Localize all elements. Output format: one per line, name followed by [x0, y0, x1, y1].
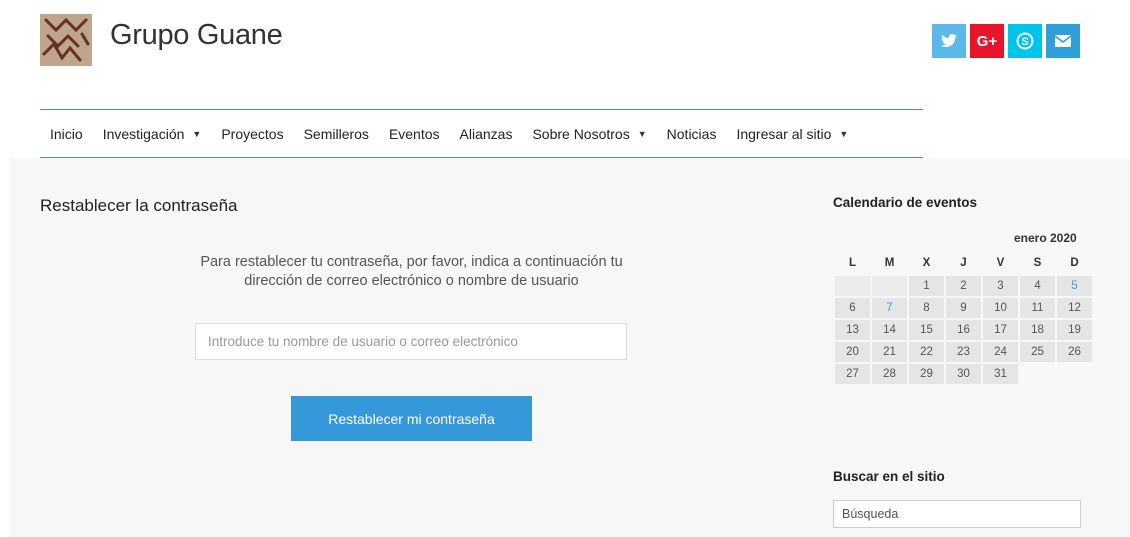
site-header: Grupo Guane G+ S Inicio Investigación ▼ P… [0, 0, 1130, 158]
nav-item-semilleros[interactable]: Semilleros [304, 126, 369, 142]
calendar-day: 2 [946, 276, 981, 296]
calendar-day: 21 [872, 342, 907, 362]
content-area: Restablecer la contraseña Para restablec… [10, 158, 1130, 537]
calendar-day: 11 [1020, 298, 1055, 318]
calendar-day: 16 [946, 320, 981, 340]
calendar-day: 20 [835, 342, 870, 362]
calendar-day: 1 [909, 276, 944, 296]
twitter-icon[interactable] [932, 24, 966, 58]
social-links: G+ S [932, 24, 1080, 58]
calendar-day: 29 [909, 364, 944, 384]
calendar-day: 13 [835, 320, 870, 340]
search-heading: Buscar en el sitio [833, 469, 945, 484]
calendar-heading: Calendario de eventos [833, 195, 978, 210]
nav-item-investigacion[interactable]: Investigación ▼ [103, 126, 202, 142]
calendar-weekday: V [996, 257, 1005, 269]
nav-label: Eventos [388, 125, 440, 142]
caret-down-icon: ▼ [637, 128, 647, 139]
nav-item-ingresar[interactable]: Ingresar al sitio ▼ [736, 126, 848, 142]
search-input[interactable] [833, 500, 1081, 528]
nav-label: Investigación [102, 125, 185, 142]
calendar-day: 27 [835, 364, 870, 384]
calendar-day: 24 [983, 342, 1018, 362]
reset-password-button[interactable]: Restablecer mi contraseña [291, 396, 532, 441]
nav-item-inicio[interactable]: Inicio [50, 126, 83, 142]
calendar-day: 30 [946, 364, 981, 384]
calendar-day-link[interactable]: 7 [872, 298, 907, 318]
svg-text:S: S [1021, 36, 1028, 48]
calendar-day: 12 [1057, 298, 1092, 318]
calendar-day: 31 [983, 364, 1018, 384]
nav-item-sobre-nosotros[interactable]: Sobre Nosotros ▼ [532, 126, 646, 142]
calendar-weekday: J [960, 257, 967, 269]
calendar-day: 18 [1020, 320, 1055, 340]
calendar-day: 22 [909, 342, 944, 362]
calendar-day: 26 [1057, 342, 1092, 362]
calendar-weekday: M [884, 257, 895, 269]
nav-label: Ingresar al sitio [736, 125, 832, 142]
page-title: Restablecer la contraseña [40, 196, 238, 215]
calendar-week: 13 14 15 16 17 18 19 [835, 320, 1092, 340]
calendar-empty-cell [835, 276, 870, 296]
skype-icon[interactable]: S [1008, 24, 1042, 58]
calendar-week: 12345 [835, 276, 1092, 296]
calendar-day: 6 [835, 298, 870, 318]
calendar-day: 15 [909, 320, 944, 340]
events-calendar: LMXJVSD 1 2 3 4 5 6 7 8 9 10 11 12 13 14 15 16 17 18 19 20 2… [833, 250, 1094, 386]
calendar-day: 14 [872, 320, 907, 340]
nav-label: Inicio [50, 125, 83, 142]
calendar-day: 19 [1057, 320, 1092, 340]
nav-item-alianzas[interactable]: Alianzas [460, 126, 513, 142]
nav-label: Alianzas [459, 125, 513, 142]
nav-label: Semilleros [303, 125, 369, 142]
caret-down-icon: ▼ [192, 128, 202, 139]
nav-label: Sobre Nosotros [532, 125, 630, 142]
calendar-day: 4 [1020, 276, 1055, 296]
calendar-empty-cell [1020, 364, 1055, 384]
calendar-empty-cell [1057, 364, 1092, 384]
caret-down-icon: ▼ [839, 128, 849, 139]
main-nav: Inicio Investigación ▼ Proyectos Semiller… [40, 109, 923, 158]
nav-item-noticias[interactable]: Noticias [667, 126, 717, 142]
site-logo[interactable] [40, 14, 92, 66]
site-title[interactable]: Grupo Guane [110, 19, 283, 52]
calendar-weekday: S [1033, 257, 1042, 269]
calendar-weekday: L [848, 257, 857, 269]
calendar-week: 27 28 29 30 31 [835, 364, 1092, 384]
calendar-day: 9 [946, 298, 981, 318]
username-email-input[interactable] [195, 323, 627, 360]
calendar-month: enero 2020 [1014, 231, 1077, 245]
google-plus-icon[interactable]: G+ [970, 24, 1004, 58]
google-plus-glyph: G+ [976, 32, 998, 50]
calendar-day: 25 [1020, 342, 1055, 362]
nav-label: Noticias [666, 125, 717, 142]
calendar-weekday: X [922, 257, 931, 269]
nav-item-proyectos[interactable]: Proyectos [221, 126, 283, 142]
email-icon[interactable] [1046, 24, 1080, 58]
reset-instructions: Para restablecer tu contraseña, por favo… [200, 254, 623, 289]
calendar-empty-cell [872, 276, 907, 296]
calendar-day: 10 [983, 298, 1018, 318]
nav-item-eventos[interactable]: Eventos [389, 126, 440, 142]
calendar-week: 6 7 8 9 10 11 12 [835, 298, 1092, 318]
nav-label: Proyectos [221, 125, 284, 142]
calendar-day: 3 [983, 276, 1018, 296]
calendar-day: 28 [872, 364, 907, 384]
calendar-day: 17 [983, 320, 1018, 340]
calendar-day-link[interactable]: 5 [1057, 276, 1092, 296]
calendar-day: 23 [946, 342, 981, 362]
calendar-day: 8 [909, 298, 944, 318]
calendar-week: 20 21 22 23 24 25 26 [835, 342, 1092, 362]
calendar-weekday: D [1070, 257, 1079, 269]
